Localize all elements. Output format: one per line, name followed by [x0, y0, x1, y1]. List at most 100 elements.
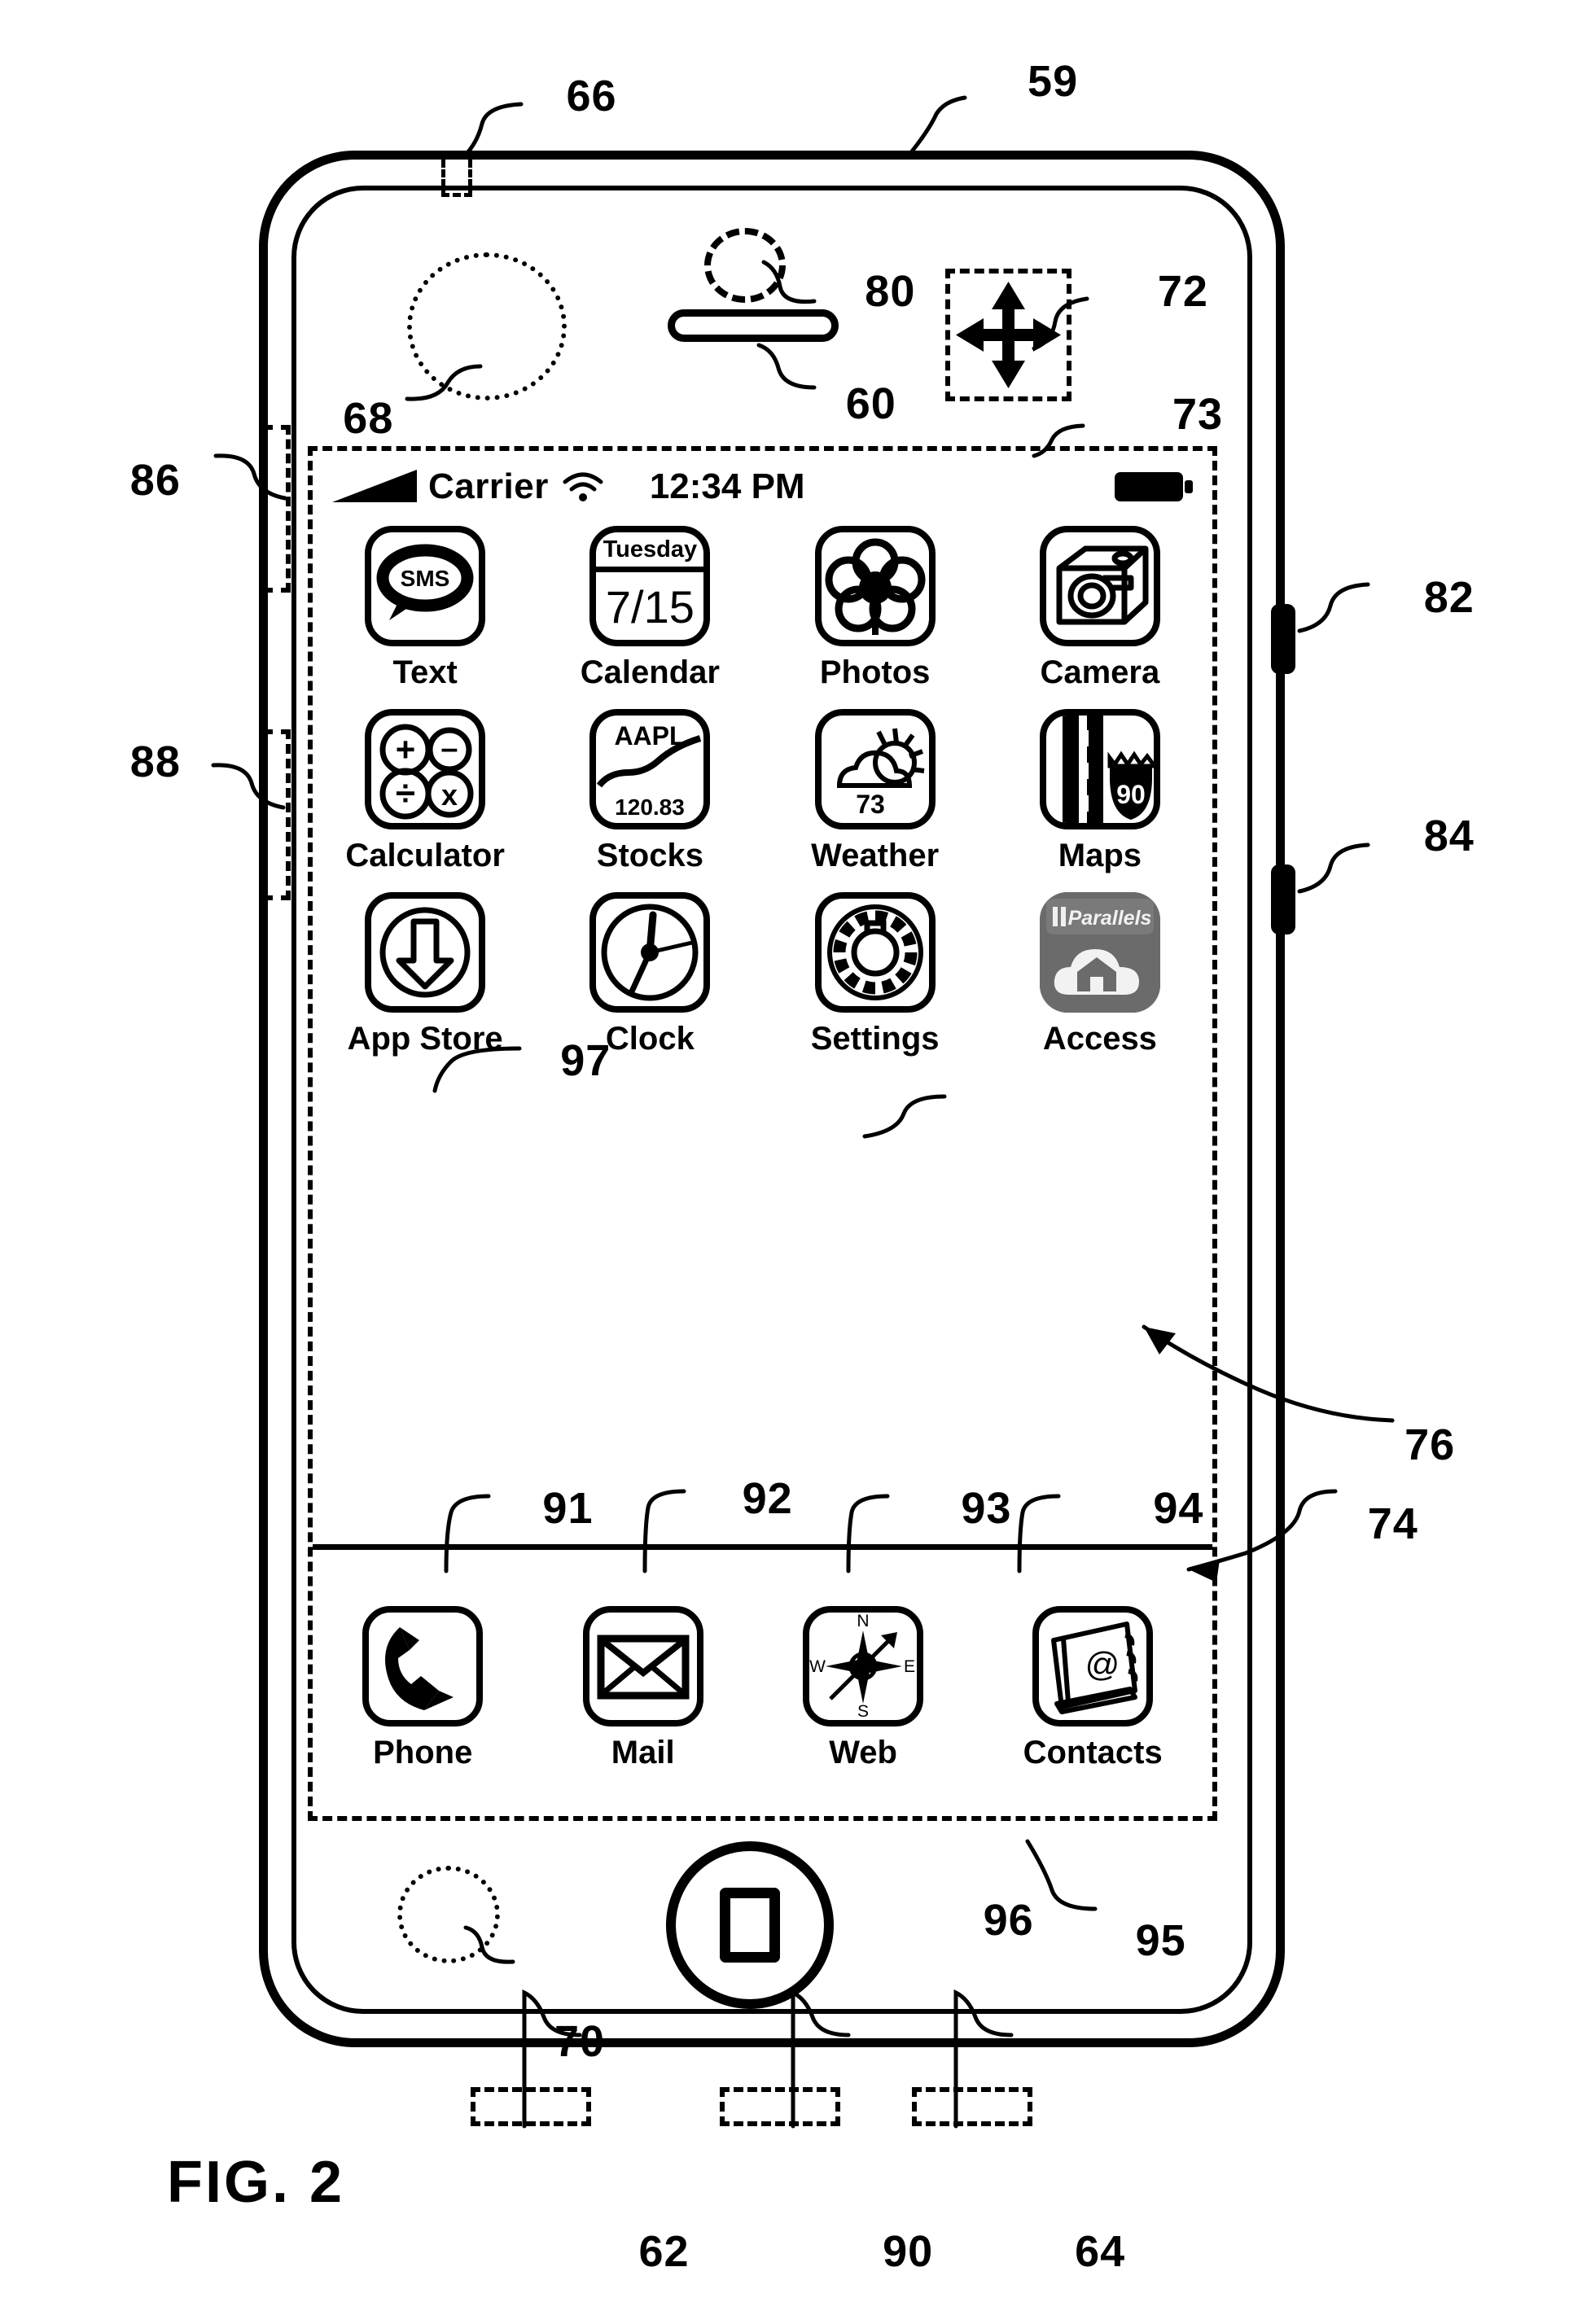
- ref-numeral-82: 82: [1423, 572, 1475, 622]
- calendar-icon[interactable]: Tuesday 7/15: [589, 526, 711, 646]
- battery-full-icon: [1115, 470, 1193, 503]
- ref-numeral-84: 84: [1423, 811, 1475, 860]
- ref-numeral-73: 73: [1172, 389, 1224, 439]
- app-icon-access[interactable]: Parallels Access: [988, 892, 1212, 1057]
- app-label: Text: [392, 654, 458, 690]
- camera-icon[interactable]: [1039, 526, 1160, 646]
- dock-label: Web: [829, 1735, 897, 1770]
- compass-east: E: [904, 1657, 915, 1676]
- app-icon-calendar[interactable]: Tuesday 7/15 Calendar: [537, 526, 762, 691]
- app-icon-settings[interactable]: Settings: [763, 892, 988, 1057]
- status-bar: Carrier 12:34 PM: [313, 457, 1212, 516]
- compass-south: S: [857, 1702, 869, 1720]
- envelope-icon[interactable]: [582, 1606, 703, 1727]
- app-label: Camera: [1040, 654, 1160, 690]
- app-icon-clock[interactable]: Clock: [537, 892, 762, 1057]
- app-label: Maps: [1058, 838, 1142, 873]
- sun-cloud-icon[interactable]: 73: [814, 709, 936, 829]
- bottom-port-right: [912, 2087, 1032, 2126]
- stocks-price: 120.83: [616, 794, 686, 820]
- app-label: Weather: [811, 838, 940, 873]
- figure-label: FIG. 2: [167, 2150, 345, 2215]
- app-label: Clock: [605, 1021, 695, 1057]
- dock-tray[interactable]: Phone Mail N S W E Web @ Contacts: [313, 1544, 1212, 1816]
- app-icon-stocks[interactable]: AAPL 120.83 Stocks: [537, 709, 762, 874]
- microphone: [397, 1866, 500, 1963]
- parallels-access-icon[interactable]: Parallels: [1039, 892, 1160, 1013]
- app-label: Settings: [810, 1021, 940, 1057]
- ref-numeral-92: 92: [742, 1473, 793, 1523]
- ref-numeral-64: 64: [1075, 2226, 1126, 2276]
- ref-numeral-76: 76: [1405, 1420, 1456, 1470]
- ref-numeral-96: 96: [983, 1895, 1034, 1945]
- app-icon-text[interactable]: SMS Text: [313, 526, 537, 691]
- app-icon-camera[interactable]: Camera: [988, 526, 1212, 691]
- contacts-at-glyph: @: [1085, 1645, 1120, 1683]
- wifi-icon: [563, 472, 603, 501]
- app-label: App Store: [347, 1021, 503, 1057]
- app-icon-weather[interactable]: 73 Weather: [763, 709, 988, 874]
- calendar-weekday: Tuesday: [603, 536, 698, 562]
- dock-label: Phone: [373, 1735, 473, 1770]
- dock-item-web[interactable]: N S W E Web: [803, 1606, 924, 1771]
- ref-numeral-94: 94: [1153, 1484, 1204, 1534]
- clock-label: 12:34 PM: [649, 466, 805, 506]
- carrier-label: Carrier: [428, 466, 549, 506]
- bottom-port-center: [720, 2087, 840, 2126]
- mute-button[interactable]: [1271, 864, 1295, 934]
- svg-text:–: –: [441, 732, 458, 766]
- app-icon-app-store[interactable]: App Store: [313, 892, 537, 1057]
- ref-numeral-72: 72: [1157, 266, 1208, 316]
- app-icon-calculator[interactable]: + – ÷ x Calculator: [313, 709, 537, 874]
- stocks-chart-icon[interactable]: AAPL 120.83: [589, 709, 711, 829]
- svg-text:+: +: [396, 730, 416, 768]
- maps-road-icon[interactable]: 90: [1039, 709, 1160, 829]
- ref-numeral-86: 86: [129, 456, 181, 506]
- move-arrows-icon: [956, 282, 1061, 388]
- power-button[interactable]: [1271, 604, 1295, 674]
- maps-route-number: 90: [1116, 780, 1146, 809]
- touchscreen-display[interactable]: Carrier 12:34 PM SMS Text Tuesday 7/15 C…: [308, 446, 1217, 1821]
- ref-numeral-70: 70: [554, 2016, 606, 2066]
- dock-item-phone[interactable]: Phone: [362, 1606, 484, 1771]
- application-icon-grid[interactable]: SMS Text Tuesday 7/15 Calendar Photos Ca…: [313, 526, 1212, 1057]
- dock-label: Mail: [611, 1735, 675, 1770]
- app-label: Photos: [819, 654, 931, 690]
- top-port-outline: [441, 160, 472, 197]
- compass-west: W: [809, 1657, 826, 1676]
- app-label: Access: [1042, 1021, 1157, 1057]
- dock-item-mail[interactable]: Mail: [582, 1606, 703, 1771]
- app-icon-maps[interactable]: 90 Maps: [988, 709, 1212, 874]
- svg-text:÷: ÷: [396, 773, 415, 813]
- ref-numeral-74: 74: [1367, 1499, 1418, 1548]
- ref-numeral-91: 91: [542, 1484, 594, 1534]
- ref-numeral-88: 88: [129, 737, 181, 786]
- download-arrow-icon[interactable]: [365, 892, 486, 1013]
- volume-down-button[interactable]: [263, 729, 291, 900]
- calculator-icon[interactable]: + – ÷ x: [365, 709, 486, 829]
- volume-up-button[interactable]: [263, 425, 291, 593]
- phone-handset-icon[interactable]: [362, 1606, 484, 1727]
- home-button[interactable]: [666, 1841, 834, 2009]
- app-label: Calendar: [580, 654, 720, 690]
- ref-numeral-95: 95: [1135, 1916, 1186, 1966]
- bottom-port-left: [471, 2087, 591, 2126]
- svg-text:SMS: SMS: [401, 566, 450, 591]
- ref-numeral-90: 90: [883, 2226, 934, 2276]
- dock-item-contacts[interactable]: @ Contacts: [1023, 1606, 1163, 1771]
- compass-icon[interactable]: N S W E: [803, 1606, 924, 1727]
- flower-icon[interactable]: [814, 526, 936, 646]
- proximity-sensor: [407, 252, 567, 400]
- gear-icon[interactable]: [814, 892, 936, 1013]
- address-book-icon[interactable]: @: [1032, 1606, 1154, 1727]
- ref-numeral-59: 59: [1028, 56, 1079, 106]
- earpiece-speaker: [668, 309, 839, 342]
- app-label: Calculator: [345, 838, 505, 873]
- home-square-icon: [720, 1888, 780, 1963]
- analog-clock-icon[interactable]: [589, 892, 711, 1013]
- ref-numeral-62: 62: [638, 2226, 690, 2276]
- sms-bubble-icon[interactable]: SMS: [365, 526, 486, 646]
- ref-numeral-97: 97: [560, 1035, 611, 1085]
- app-icon-photos[interactable]: Photos: [763, 526, 988, 691]
- signal-strength-icon: [332, 470, 417, 502]
